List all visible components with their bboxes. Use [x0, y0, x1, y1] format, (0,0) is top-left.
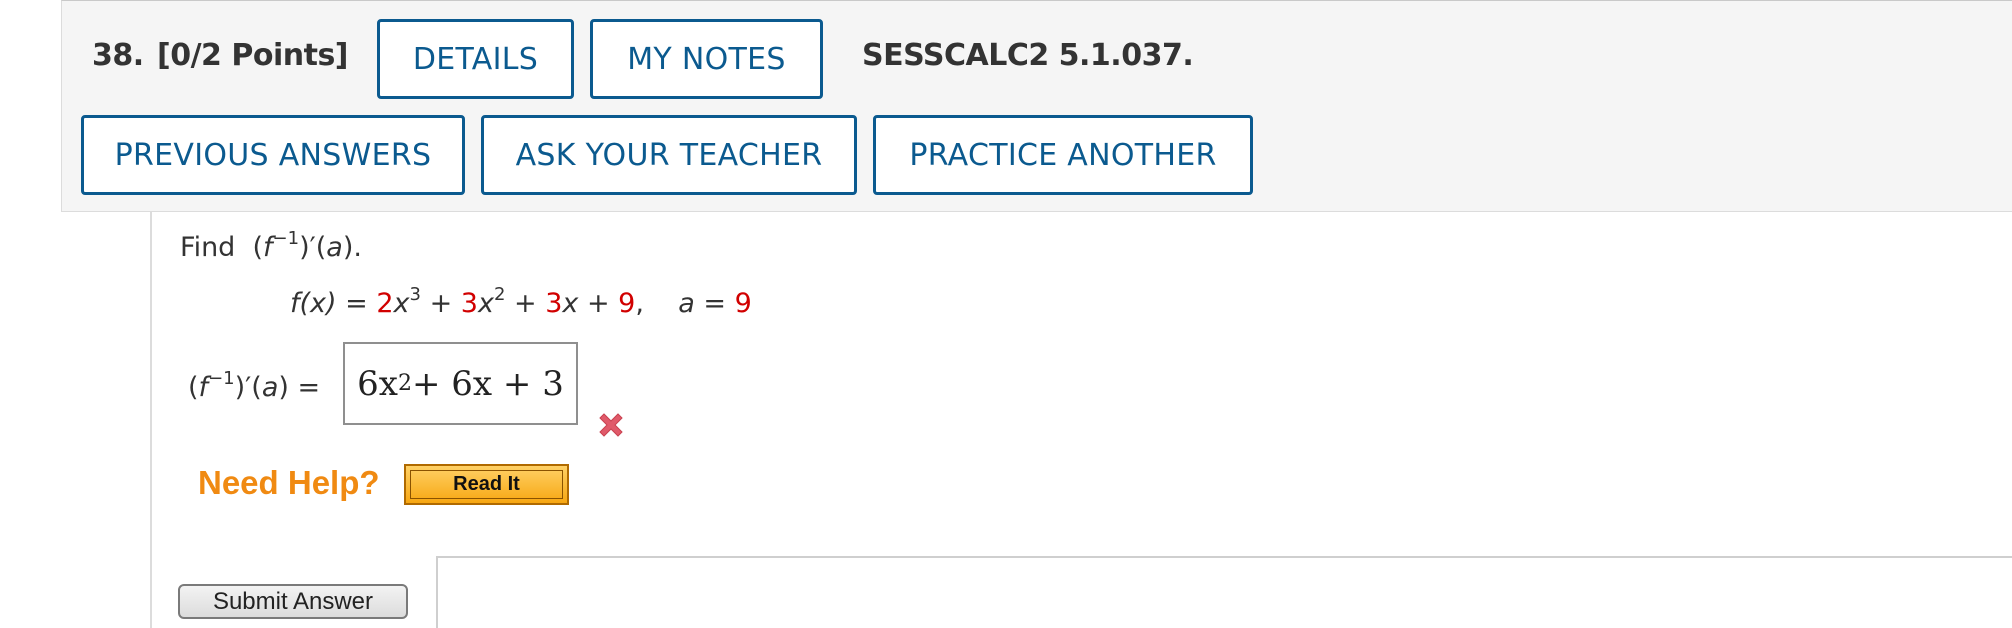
- prompt-word: Find: [180, 232, 236, 263]
- ask-your-teacher-button[interactable]: ASK YOUR TEACHER: [481, 115, 857, 195]
- submission-panel: [436, 556, 2012, 628]
- previous-answers-button[interactable]: PREVIOUS ANSWERS: [81, 115, 465, 195]
- read-it-button[interactable]: Read It: [404, 464, 569, 505]
- coefficient-2: 3: [460, 288, 478, 319]
- function-equation: f(x) = 2x3 + 3x2 + 3x + 9, a = 9: [290, 284, 752, 320]
- question-number: 38.: [92, 38, 144, 73]
- a-value: 9: [734, 288, 752, 319]
- details-button[interactable]: DETAILS: [377, 19, 574, 99]
- content-divider: [150, 212, 152, 628]
- coefficient-1: 2: [376, 288, 394, 319]
- answer-input[interactable]: 6x 2 + 6x + 3: [343, 342, 578, 425]
- answer-base: 6x: [357, 363, 398, 404]
- question-points: [0/2 Points]: [157, 38, 349, 73]
- answer-label: (f−1)′(a) =: [188, 368, 321, 404]
- incorrect-x-icon: [599, 413, 623, 437]
- answer-rest: + 6x + 3: [411, 363, 564, 404]
- submit-answer-button[interactable]: Submit Answer: [178, 584, 408, 619]
- practice-another-button[interactable]: PRACTICE ANOTHER: [873, 115, 1253, 195]
- constant-term: 9: [618, 288, 636, 319]
- need-help-label: Need Help?: [198, 464, 380, 501]
- problem-prompt: Find (f−1)′(a).: [180, 228, 362, 264]
- question-code: SESSCALC2 5.1.037.: [862, 38, 1194, 73]
- coefficient-3: 3: [545, 288, 563, 319]
- my-notes-button[interactable]: MY NOTES: [590, 19, 823, 99]
- function-lhs: f(x): [290, 288, 337, 319]
